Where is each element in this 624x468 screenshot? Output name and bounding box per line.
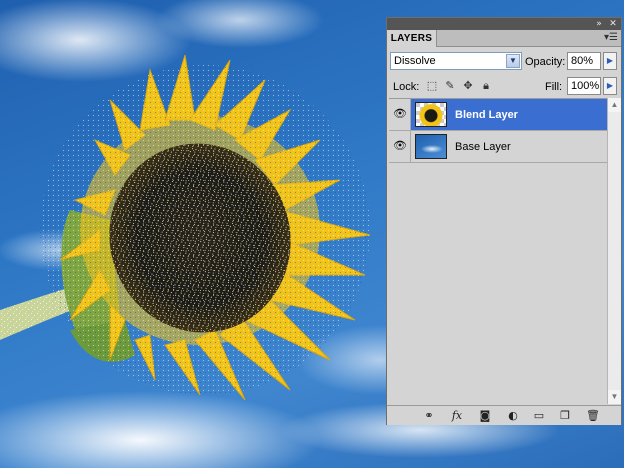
layer-row-blend-layer[interactable]: 👁︎ Blend Layer <box>389 99 607 131</box>
lock-position-icon[interactable]: ✥ <box>461 79 475 93</box>
fill-label: Fill: <box>545 81 563 93</box>
layer-list: 👁︎ Blend Layer 👁︎ Base Layer <box>389 98 607 404</box>
layer-thumbnail-sunflower <box>415 102 447 127</box>
blend-mode-select[interactable]: Dissolve ▼ <box>390 52 522 70</box>
tab-layers[interactable]: LAYERS <box>387 30 437 47</box>
layer-row-base-layer[interactable]: 👁︎ Base Layer <box>389 131 607 163</box>
layer-style-fx-icon[interactable]: fx <box>449 409 465 423</box>
eye-icon: 👁︎ <box>393 139 407 152</box>
layers-panel: » ✕ LAYERS ▾☰ Dissolve ▼ Opacity: 80% ▶ … <box>386 17 622 425</box>
double-chevron-right-icon[interactable]: » <box>593 18 605 30</box>
adjustment-layer-icon[interactable]: ◐ <box>505 409 521 423</box>
opacity-slider-arrow-icon[interactable]: ▶ <box>603 52 617 70</box>
layer-name: Blend Layer <box>455 109 518 121</box>
layer-list-scrollbar[interactable]: ▲ ▼ <box>607 98 621 404</box>
close-icon[interactable]: ✕ <box>607 18 619 30</box>
link-layers-icon[interactable]: ⚭ <box>421 409 437 423</box>
chevron-down-icon[interactable]: ▼ <box>506 54 520 68</box>
new-layer-icon[interactable]: ❐ <box>557 409 573 423</box>
layer-name: Base Layer <box>455 141 511 153</box>
lock-image-pixels-icon[interactable]: ✎ <box>443 79 457 93</box>
blend-mode-value: Dissolve <box>394 55 436 67</box>
new-group-folder-icon[interactable]: ▭ <box>531 409 547 423</box>
scroll-up-arrow-icon[interactable]: ▲ <box>608 98 621 112</box>
panel-menu-icon[interactable]: ▾☰ <box>604 32 618 44</box>
lock-label: Lock: <box>393 81 420 93</box>
fill-input[interactable]: 100% <box>567 77 601 95</box>
lock-transparent-pixels-icon[interactable]: ⬚ <box>425 79 439 93</box>
opacity-input[interactable]: 80% <box>567 52 601 70</box>
eye-icon: 👁︎ <box>393 107 407 120</box>
lock-all-icon[interactable]: 🔒︎ <box>479 79 493 93</box>
scroll-down-arrow-icon[interactable]: ▼ <box>608 390 621 404</box>
visibility-toggle[interactable]: 👁︎ <box>389 131 411 162</box>
blend-row: Dissolve ▼ Opacity: 80% ▶ <box>387 48 623 74</box>
trash-icon[interactable]: 🗑︎ <box>585 409 601 423</box>
panel-titlebar[interactable]: » ✕ <box>387 18 621 30</box>
lock-row: Lock: ⬚ ✎ ✥ 🔒︎ Fill: 100% ▶ <box>387 75 623 97</box>
fill-slider-arrow-icon[interactable]: ▶ <box>603 77 617 95</box>
layer-thumbnail-sky <box>415 134 447 159</box>
layers-bottom-toolbar: ⚭ fx ◙ ◐ ▭ ❐ 🗑︎ <box>387 405 621 425</box>
panel-tab-row: LAYERS ▾☰ <box>387 30 621 47</box>
opacity-label: Opacity: <box>525 56 566 68</box>
layer-mask-icon[interactable]: ◙ <box>477 409 493 423</box>
visibility-toggle[interactable]: 👁︎ <box>389 99 411 130</box>
